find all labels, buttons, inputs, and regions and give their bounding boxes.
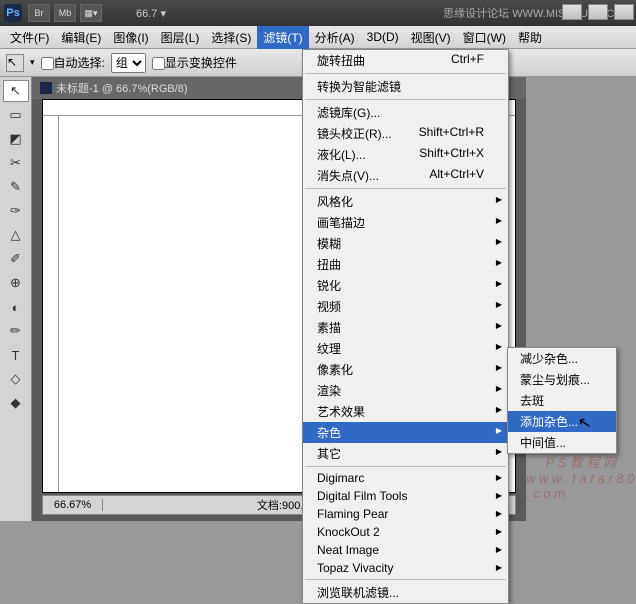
filter-item[interactable]: 锐化 <box>303 275 508 296</box>
align-btn-3[interactable] <box>614 4 634 20</box>
crop-tool[interactable]: ✂ <box>3 152 29 174</box>
filter-item[interactable]: 扭曲 <box>303 254 508 275</box>
menu-window[interactable]: 窗口(W) <box>457 26 512 49</box>
filter-item[interactable]: Flaming Pear <box>303 505 508 523</box>
path-tool[interactable]: ◇ <box>3 368 29 390</box>
screen-mode-button[interactable]: ▦▾ <box>80 4 102 22</box>
app-logo: Ps <box>4 4 22 22</box>
filter-item[interactable]: 旋转扭曲Ctrl+F <box>303 50 508 71</box>
filter-item[interactable]: 其它 <box>303 443 508 464</box>
filter-item[interactable]: 纹理 <box>303 338 508 359</box>
pen-tool[interactable]: ✏ <box>3 320 29 342</box>
menu-view[interactable]: 视图(V) <box>405 26 457 49</box>
dodge-tool[interactable]: ◐ <box>3 296 29 318</box>
eyedropper-tool[interactable]: ✎ <box>3 176 29 198</box>
submenu-item[interactable]: 中间值... <box>508 432 616 453</box>
target-select[interactable]: 组 <box>111 53 146 73</box>
menu-help[interactable]: 帮助 <box>512 26 548 49</box>
menu-3d[interactable]: 3D(D) <box>361 27 405 47</box>
auto-select-checkbox[interactable] <box>41 57 54 70</box>
submenu-item[interactable]: 添加杂色... <box>508 411 616 432</box>
menu-edit[interactable]: 编辑(E) <box>55 26 107 49</box>
bridge-button[interactable]: Br <box>28 4 50 22</box>
submenu-item[interactable]: 去斑 <box>508 390 616 411</box>
gradient-tool[interactable]: ⊕ <box>3 272 29 294</box>
filter-item[interactable]: 模糊 <box>303 233 508 254</box>
auto-select-label: 自动选择: <box>41 54 105 71</box>
move-tool[interactable]: ↖ <box>3 80 29 102</box>
filter-item[interactable]: 镜头校正(R)...Shift+Ctrl+R <box>303 123 508 144</box>
menu-file[interactable]: 文件(F) <box>4 26 55 49</box>
filter-item[interactable]: 像素化 <box>303 359 508 380</box>
eraser-tool[interactable]: ✐ <box>3 248 29 270</box>
shape-tool[interactable]: ◆ <box>3 392 29 414</box>
watermark-1: P S 教 程 网 <box>546 452 616 471</box>
mb-button[interactable]: Mb <box>54 4 76 22</box>
noise-submenu: 减少杂色...蒙尘与划痕...去斑添加杂色...中间值... <box>507 347 617 454</box>
filter-item[interactable]: 视频 <box>303 296 508 317</box>
doc-icon <box>40 82 52 94</box>
filter-item[interactable]: 杂色 <box>303 422 508 443</box>
menu-analysis[interactable]: 分析(A) <box>309 26 361 49</box>
menu-layer[interactable]: 图层(L) <box>155 26 206 49</box>
menu-select[interactable]: 选择(S) <box>205 26 257 49</box>
filter-item[interactable]: 渲染 <box>303 380 508 401</box>
show-transform-label: 显示变换控件 <box>152 54 237 71</box>
filter-item[interactable]: Digital Film Tools <box>303 487 508 505</box>
stamp-tool[interactable]: △ <box>3 224 29 246</box>
filter-item[interactable]: 滤镜库(G)... <box>303 102 508 123</box>
filter-item[interactable]: 浏览联机滤镜... <box>303 582 508 603</box>
text-tool[interactable]: T <box>3 344 29 366</box>
lasso-tool[interactable]: ◩ <box>3 128 29 150</box>
menubar: 文件(F) 编辑(E) 图像(I) 图层(L) 选择(S) 滤镜(T) 分析(A… <box>0 26 636 49</box>
show-transform-checkbox[interactable] <box>152 57 165 70</box>
filter-item[interactable]: 风格化 <box>303 191 508 212</box>
vertical-ruler <box>43 116 59 492</box>
watermark-2: w w w . t a t a r 8 0 . c o m <box>526 471 636 501</box>
align-btn-2[interactable] <box>588 4 608 20</box>
marquee-tool[interactable]: ▭ <box>3 104 29 126</box>
filter-item[interactable]: 消失点(V)...Alt+Ctrl+V <box>303 165 508 186</box>
filter-item[interactable]: 液化(L)...Shift+Ctrl+X <box>303 144 508 165</box>
menu-image[interactable]: 图像(I) <box>107 26 154 49</box>
titlebar: Ps Br Mb ▦▾ 66.7 ▾ 思缘设计论坛 WWW.MISSYUAN.C… <box>0 0 636 26</box>
brush-tool[interactable]: ✑ <box>3 200 29 222</box>
align-btn-1[interactable] <box>562 4 582 20</box>
toolbox: ↖ ▭ ◩ ✂ ✎ ✑ △ ✐ ⊕ ◐ ✏ T ◇ ◆ <box>0 77 32 521</box>
filter-item[interactable]: Neat Image <box>303 541 508 559</box>
submenu-item[interactable]: 蒙尘与划痕... <box>508 369 616 390</box>
filter-item[interactable]: 画笔描边 <box>303 212 508 233</box>
filter-item[interactable]: Digimarc <box>303 469 508 487</box>
filter-item[interactable]: KnockOut 2 <box>303 523 508 541</box>
zoom-percent[interactable]: 66.67% <box>43 499 103 511</box>
zoom-display[interactable]: 66.7 ▾ <box>136 7 166 20</box>
right-panel: P S 教 程 网 w w w . t a t a r 8 0 . c o m <box>526 77 636 521</box>
filter-item[interactable]: Topaz Vivacity <box>303 559 508 577</box>
menu-filter[interactable]: 滤镜(T) <box>257 26 308 49</box>
current-tool-icon[interactable]: ↖ <box>6 54 24 72</box>
filter-item[interactable]: 素描 <box>303 317 508 338</box>
align-buttons <box>562 4 634 20</box>
filter-item[interactable]: 艺术效果 <box>303 401 508 422</box>
submenu-item[interactable]: 减少杂色... <box>508 348 616 369</box>
filter-item[interactable]: 转换为智能滤镜 <box>303 76 508 97</box>
